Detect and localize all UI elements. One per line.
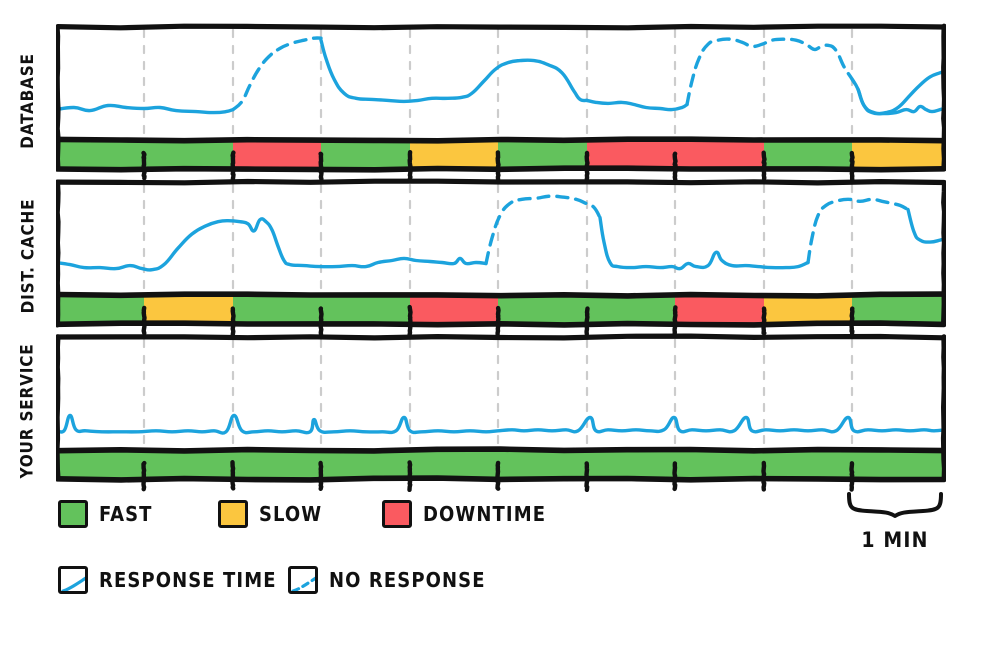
status-segment-slow [410,141,498,169]
panel-your-service: YOUR SERVICE [0,330,1000,492]
response-time-line [850,69,946,116]
status-segment-downtime [410,296,498,324]
panel-dist-cache: DIST. CACHE [0,175,1000,337]
status-segment-fast [56,451,946,479]
x-tick [495,460,501,491]
status-timeline-figure: DATABASE DIST. CACHE YOUR SERVICE 1 MIN FA… [0,0,1000,646]
status-segment-slow [764,296,852,324]
status-segment-fast [56,296,144,324]
status-bar [56,451,946,479]
solid-line-icon [61,576,85,591]
legend-item-response-time[interactable]: RESPONSE TIME [58,566,277,594]
panel-label-text: YOUR SERVICE [18,343,38,479]
panel-label-text: DATABASE [18,53,38,149]
x-tick [584,461,590,492]
legend-label-slow: SLOW [259,502,323,526]
response-time-line [319,38,589,104]
legend-swatch-slow [218,500,248,528]
status-bar [56,296,946,324]
response-time-line [585,98,689,112]
response-series [56,36,946,116]
legend-item-downtime[interactable]: DOWNTIME [382,500,546,528]
legend-label-downtime: DOWNTIME [423,502,547,526]
x-tick [761,460,767,492]
legend-item-no-response[interactable]: NO RESPONSE [288,566,486,594]
legend-label-no-response: NO RESPONSE [329,568,486,592]
x-tick [849,461,855,492]
panel-plot-area [56,20,946,182]
gridlines [142,28,854,139]
legend: FAST SLOW DOWNTIME RESPONSE TIME NO RESPONSE [0,500,1000,646]
x-tick [141,460,147,492]
gridlines [142,183,854,294]
legend-swatch-fast [58,500,88,528]
legend-label-fast: FAST [99,502,153,526]
no-response-line [806,197,910,265]
panel-label-2: DIST. CACHE [0,175,56,337]
status-segment-slow [144,296,233,324]
legend-line-swatch-response-time [58,566,88,594]
response-time-line [598,215,810,271]
panel-plot-area [56,330,946,492]
dashed-line-icon [291,576,315,591]
status-segment-fast [852,296,946,324]
no-response-line [231,36,323,112]
x-tick [407,460,413,492]
status-segment-fast [764,141,852,169]
panel-label-1: DATABASE [0,20,56,182]
legend-label-response-time: RESPONSE TIME [99,568,277,592]
legend-row-1: FAST SLOW DOWNTIME [0,500,1000,552]
response-time-line [906,207,946,244]
legend-item-slow[interactable]: SLOW [218,500,322,528]
response-series [56,194,946,272]
panel-plot-area [56,175,946,337]
response-series [56,413,946,435]
status-segment-fast [321,141,410,169]
x-tick [230,460,236,491]
panel-label-3: YOUR SERVICE [0,330,56,492]
x-tick [318,460,324,491]
legend-item-fast[interactable]: FAST [58,500,153,528]
legend-row-2: RESPONSE TIME NO RESPONSE [0,566,1000,618]
panel-database: DATABASE [0,20,1000,182]
legend-line-swatch-no-response [288,566,318,594]
status-segment-downtime [675,296,764,324]
response-time-line [56,217,488,272]
no-response-line [685,37,860,107]
no-response-line [484,194,602,266]
status-segment-downtime [233,141,321,169]
status-bar [56,141,946,169]
status-segment-slow [852,141,946,169]
legend-swatch-downtime [382,500,412,528]
status-segment-fast [498,141,587,169]
response-time-line [56,413,946,435]
panel-label-text: DIST. CACHE [18,198,38,314]
x-tick [672,461,678,492]
